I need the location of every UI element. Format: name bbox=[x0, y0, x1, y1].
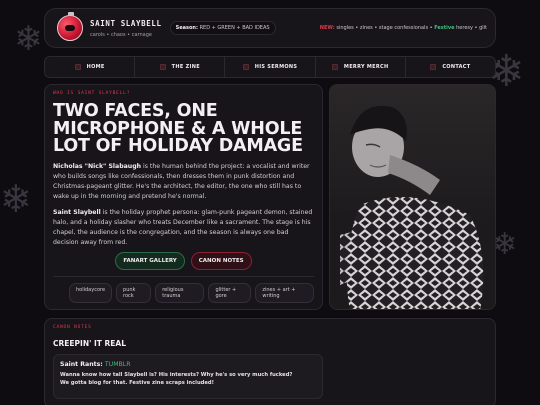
tumblr-link[interactable]: TUMBLR bbox=[105, 361, 131, 368]
nav-item-label: CONTACT bbox=[442, 64, 471, 70]
intro-paragraph-slaybell: Saint Slaybell is the holiday prophet pe… bbox=[53, 208, 314, 248]
rant-line: Wanna know how tall Slaybell is? His int… bbox=[60, 372, 293, 378]
nav-bullet-icon bbox=[430, 64, 437, 70]
christmas-ornament-icon[interactable] bbox=[57, 12, 83, 41]
nav-item-label: HIS SERMONS bbox=[254, 64, 298, 70]
name-slaybell: Saint Slaybell bbox=[53, 208, 101, 216]
page-headline: TWO FACES, ONE MICROPHONE & A WHOLE LOT … bbox=[53, 101, 303, 156]
rant-line: We gotta blog for that. Festive zine scr… bbox=[60, 380, 214, 386]
brand: SAINT SLAYBELL carols • chaos • carnage bbox=[90, 19, 162, 38]
tag-list: holidaycore punk rock religious trauma g… bbox=[53, 282, 314, 303]
nav-bullet-icon bbox=[242, 64, 249, 70]
nav-item-his-sermons[interactable]: HIS SERMONS bbox=[225, 57, 316, 77]
nav-bullet-icon bbox=[74, 64, 81, 70]
tag-chip[interactable]: holidaycore bbox=[69, 282, 113, 303]
canon-notes-panel: CANON NOTES CREEPIN' IT REAL Saint Rants… bbox=[44, 318, 496, 405]
about-panel: WHO IS SAINT SLAYBELL? TWO FACES, ONE MI… bbox=[44, 84, 323, 310]
nav-item-label: HOME bbox=[86, 64, 105, 70]
nav-item-contact[interactable]: CONTACT bbox=[406, 57, 495, 77]
name-nick: Nicholas "Nick" Slabaugh bbox=[53, 162, 142, 170]
cta-row: FANART GALLERY CANON NOTES bbox=[53, 251, 314, 270]
rant-label: Saint Rants: bbox=[60, 361, 103, 368]
snowflake-icon: ❄ bbox=[0, 177, 32, 221]
tag-chip[interactable]: punk rock bbox=[116, 282, 152, 303]
site-title[interactable]: SAINT SLAYBELL bbox=[90, 19, 162, 28]
rant-card-heading: Saint Rants: TUMBLR bbox=[60, 361, 316, 368]
nav-item-home[interactable]: HOME bbox=[45, 57, 136, 77]
section-title: CREEPIN' IT REAL bbox=[53, 339, 126, 348]
tag-chip[interactable]: glitter + gore bbox=[208, 282, 252, 303]
site-tagline: carols • chaos • carnage bbox=[90, 31, 152, 38]
nav-item-the-zine[interactable]: THE ZINE bbox=[135, 57, 226, 77]
portrait-illustration bbox=[330, 85, 495, 309]
section-eyebrow: WHO IS SAINT SLAYBELL? bbox=[53, 91, 131, 96]
ticker-festive-label: Festive bbox=[434, 25, 455, 31]
tag-chip[interactable]: religious trauma bbox=[155, 282, 205, 303]
nav-item-label: MERRY MERCH bbox=[343, 64, 389, 70]
canon-notes-button[interactable]: CANON NOTES bbox=[190, 251, 252, 270]
divider bbox=[53, 275, 314, 277]
section-eyebrow: CANON NOTES bbox=[53, 325, 92, 330]
nav-bullet-icon bbox=[159, 64, 166, 70]
intro-paragraph-nick: Nicholas "Nick" Slabaugh is the human be… bbox=[53, 162, 314, 202]
main-nav: HOME THE ZINE HIS SERMONS MERRY MERCH CO… bbox=[44, 56, 496, 78]
portrait-photo bbox=[329, 84, 496, 310]
ticker-text-end: heresy • glit bbox=[456, 25, 487, 31]
nav-item-label: THE ZINE bbox=[171, 64, 200, 70]
ticker-text: singles • zines • stage confessionals • bbox=[336, 25, 433, 31]
rant-card: Saint Rants: TUMBLR Wanna know how tall … bbox=[53, 354, 323, 399]
tag-chip[interactable]: zines + art + writing bbox=[255, 282, 314, 303]
news-ticker: NEW: singles • zines • stage confessiona… bbox=[320, 25, 487, 31]
snowflake-icon: ❄ bbox=[14, 19, 43, 59]
ticker-new-label: NEW: bbox=[319, 25, 335, 31]
season-label: Season: bbox=[175, 25, 198, 31]
season-value: RED + GREEN + BAD IDEAS bbox=[199, 25, 270, 31]
site-header: SAINT SLAYBELL carols • chaos • carnage … bbox=[44, 8, 496, 48]
fanart-gallery-button[interactable]: FANART GALLERY bbox=[115, 251, 185, 270]
season-badge: Season: RED + GREEN + BAD IDEAS bbox=[169, 21, 276, 35]
nav-bullet-icon bbox=[331, 64, 338, 70]
nav-item-merry-merch[interactable]: MERRY MERCH bbox=[316, 57, 406, 77]
